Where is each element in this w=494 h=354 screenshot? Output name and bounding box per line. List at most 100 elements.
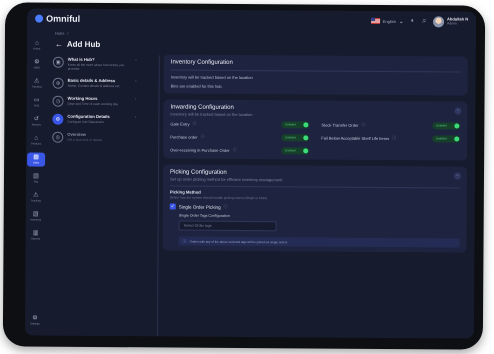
reports-icon: ▥ — [32, 230, 39, 237]
step-what-is-hub[interactable]: ▣ What is Hub? Know all the more about h… — [52, 56, 137, 72]
breadcrumb-item[interactable]: Hubs — [55, 31, 64, 36]
top-bar: Omniful English ⌄ ◐ ♫ Abdullah N Admin — [27, 8, 476, 31]
single-order-picking-row: ✓ Single Order Picking ⓘ — [169, 203, 460, 212]
tablet-frame: Omniful English ⌄ ◐ ♫ Abdullah N Admin ⌂… — [2, 2, 486, 350]
sidebar-item-pos[interactable]: ▭ POS — [27, 95, 45, 109]
option-label: Purchase order — [170, 134, 198, 140]
gate-entry-toggle[interactable]: Enabled — [281, 120, 310, 129]
info-icon[interactable]: ⓘ — [361, 122, 365, 128]
info-note-text: Orders with any of the above-selected ta… — [189, 239, 288, 244]
sidebar-item-returns[interactable]: ↺ Returns — [27, 114, 45, 128]
inventory-tracking-text: Inventory will be tracked based on the l… — [170, 74, 253, 80]
sidebar-item-shipping[interactable]: ⚠ Tracking — [27, 190, 45, 204]
info-icon[interactable]: ⓘ — [201, 134, 205, 140]
sidebar-item-label: Tracking — [31, 85, 42, 89]
sidebar-item-label: OMS — [33, 66, 40, 70]
step-text: Configuration Details Configure hub Oper… — [67, 114, 109, 124]
avatar — [432, 15, 445, 27]
user-menu[interactable]: Abdullah N Admin — [432, 15, 468, 27]
option-label: Fail Below Acceptable Shelf Life Items — [321, 135, 390, 141]
sidebar-item-inventory[interactable]: ▤ Inventory — [27, 209, 45, 223]
sidebar-item-label: Tracking — [30, 199, 41, 203]
info-icon[interactable]: ⓘ — [392, 135, 396, 141]
order-tags-label: Single Order Tags Configuration — [178, 213, 230, 219]
toggle-knob — [454, 136, 460, 142]
app-logo[interactable]: Omniful — [35, 14, 80, 24]
step-title: Overview — [67, 131, 86, 137]
info-icon[interactable]: ⓘ — [233, 147, 237, 153]
app-screen: Omniful English ⌄ ◐ ♫ Abdullah N Admin ⌂… — [24, 8, 477, 339]
chevron-right-icon: › — [134, 96, 137, 103]
step-text: Working Hours Days and Time of each work… — [67, 96, 118, 106]
sidebar-item-label: Home — [33, 47, 41, 51]
card-title: Inventory Configuration — [170, 59, 233, 66]
bins-enabled-text: Bins are enabled for this hub. — [170, 83, 223, 89]
sidebar-item-reports[interactable]: ▥ Reports — [27, 228, 45, 242]
step-text: Overview Get a final look of details — [67, 132, 102, 142]
option-fail-below-shelf-life: Fail Below Acceptable Shelf Life Items ⓘ… — [321, 134, 461, 143]
help-icon[interactable]: ◐ — [411, 18, 415, 24]
option-gate-entry: Gate Entry ⓘ Enabled — [170, 120, 310, 129]
purchase-order-toggle[interactable]: Enabled — [281, 133, 310, 142]
logo-icon — [35, 14, 44, 23]
card-subtitle: Inventory will be tracked based on the l… — [170, 111, 253, 117]
page-title: Add Hub — [66, 39, 101, 49]
option-over-receiving: Over-receiving in Purchase Order ⓘ Enabl… — [170, 146, 310, 155]
language-selector[interactable]: English ⌄ — [370, 17, 404, 25]
sidebar-item-settings[interactable]: ⚙ Settings — [26, 313, 44, 327]
toggle-status: Enabled — [436, 136, 447, 141]
step-overview[interactable]: ◎ Overview Get a final look of details — [52, 131, 136, 144]
gear-icon: ⚙ — [52, 113, 64, 125]
stock-transfer-order-toggle[interactable]: Enabled — [432, 121, 461, 130]
step-description: Name, Contact details & address etc. — [67, 83, 121, 89]
sidebar-item-products[interactable]: ⌂ Products — [27, 133, 45, 147]
info-note: ⓘ Orders with any of the above-selected … — [178, 236, 460, 248]
step-description: Know all the more about hub before you p… — [67, 62, 125, 71]
breadcrumb: Hubs / — [55, 31, 69, 36]
option-label: Stock Transfer Order — [321, 122, 359, 128]
order-tags-select[interactable]: Select Order tags — [178, 220, 277, 232]
option-label: Over-receiving in Purchase Order — [170, 147, 230, 153]
info-icon[interactable]: ⓘ — [192, 121, 196, 127]
collapse-button[interactable]: ⌃ — [454, 107, 462, 115]
option-purchase-order: Purchase order ⓘ Enabled — [170, 133, 310, 142]
panel-divider — [156, 55, 160, 337]
breadcrumb-separator: / — [67, 30, 69, 36]
toggle-status: Enabled — [436, 123, 447, 128]
inwarding-configuration-card: Inwarding Configuration Inventory will b… — [163, 99, 468, 161]
clock-icon: ◷ — [52, 95, 64, 107]
page-header: ← Add Hub — [55, 40, 100, 49]
step-basic-details[interactable]: ⊕ Basic details & Address Name, Contact … — [52, 77, 137, 90]
toggle-knob — [454, 123, 460, 129]
back-arrow-icon[interactable]: ← — [55, 40, 63, 49]
wizard-steps: ▣ What is Hub? Know all the more about h… — [47, 54, 141, 337]
shipping-icon: ⚠ — [33, 192, 39, 199]
step-title: Basic details & Address — [67, 77, 116, 84]
returns-icon: ↺ — [33, 116, 39, 123]
over-receiving-toggle[interactable]: Enabled — [281, 146, 310, 155]
picking-method-description: Define how the system should handle pick… — [169, 195, 267, 201]
sidebar-item-oms[interactable]: ⚙ OMS — [28, 57, 46, 71]
collapse-button[interactable]: ⌃ — [453, 172, 462, 180]
sidebar-item-home[interactable]: ⌂ Home — [28, 38, 46, 52]
us-flag-icon — [370, 17, 380, 24]
sidebar-item-hubs[interactable]: ▦ Hubs — [27, 152, 46, 167]
top-bar-actions: English ⌄ ◐ ♫ Abdullah N Admin — [370, 15, 468, 27]
fail-below-shelf-life-toggle[interactable]: Enabled — [432, 134, 461, 143]
sidebar-item-label: Hubs — [33, 161, 40, 165]
step-configuration-details[interactable]: ⚙ Configuration Details Configure hub Op… — [52, 113, 136, 126]
sidebar-item-label: Inventory — [30, 218, 42, 222]
info-icon[interactable]: ⓘ — [224, 204, 228, 210]
settings-icon: ⚙ — [32, 315, 38, 322]
step-title: Configuration Details — [67, 113, 110, 120]
inwarding-options: Gate Entry ⓘ Enabled Stock Transfer Orde… — [170, 120, 461, 155]
toggle-knob — [303, 122, 309, 128]
single-order-picking-checkbox[interactable]: ✓ — [169, 203, 176, 210]
overview-icon: ◎ — [52, 131, 64, 143]
step-working-hours[interactable]: ◷ Working Hours Days and Time of each wo… — [52, 95, 137, 108]
info-icon: ⓘ — [182, 238, 187, 244]
sidebar-item-tracking[interactable]: ⚠ Tracking — [28, 76, 46, 90]
inventory-icon: ▤ — [32, 211, 39, 218]
bell-icon[interactable]: ♫ — [421, 18, 426, 24]
sidebar-item-pay[interactable]: ▤ Pay — [27, 171, 45, 185]
